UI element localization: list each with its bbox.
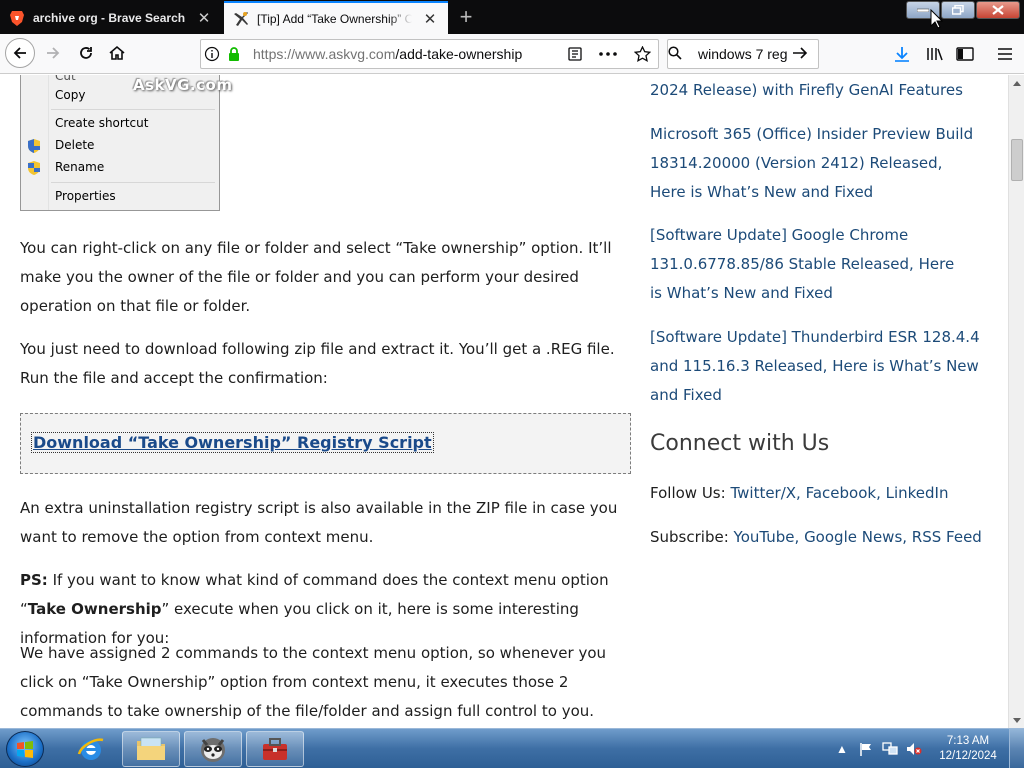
mouse-cursor-icon <box>930 9 944 29</box>
home-icon <box>109 45 125 60</box>
forward-button[interactable] <box>38 38 68 68</box>
close-window-button[interactable] <box>976 1 1020 19</box>
address-bar[interactable]: https://www.askvg.com/add-take-ownership <box>200 39 659 69</box>
search-icon <box>668 45 698 63</box>
article-paragraph: You just need to download following zip … <box>20 340 615 387</box>
taskbar-explorer[interactable] <box>122 731 180 767</box>
brave-lion-icon <box>9 10 25 26</box>
close-tab-icon[interactable]: ✕ <box>420 9 440 29</box>
subscribe-label: Subscribe: <box>650 528 729 546</box>
download-box: Download “Take Ownership” Registry Scrip… <box>20 413 631 474</box>
search-go-icon[interactable] <box>792 46 818 63</box>
toolbox-icon <box>263 738 287 760</box>
sidebar-post-link[interactable]: [Software Update] Thunderbird ESR 128.4.… <box>650 323 990 410</box>
subscribe-links[interactable]: YouTube, Google News, RSS Feed <box>734 528 982 546</box>
url-path: /add-take-ownership <box>395 46 523 62</box>
clock-time: 7:13 AM <box>946 735 990 747</box>
bookmark-star-icon[interactable] <box>626 46 658 62</box>
system-tray: ▲ 7:13 AM 12/12/2024 <box>827 729 1024 768</box>
ctx-item-create-shortcut: Create shortcut <box>55 116 149 130</box>
ps-bold: Take Ownership <box>27 600 162 618</box>
reload-icon <box>80 47 92 59</box>
taskbar-clock[interactable]: 7:13 AM 12/12/2024 <box>933 734 1003 764</box>
context-menu-screenshot: Cut Copy Create shortcut Delete Rename P… <box>20 75 232 211</box>
taskbar-toolbox[interactable] <box>246 731 304 767</box>
raccoon-app-icon <box>201 738 225 762</box>
volume-muted-icon[interactable] <box>905 740 923 758</box>
article-paragraph: An extra uninstallation registry script … <box>20 499 618 546</box>
ps-label: PS: <box>20 571 48 589</box>
tab-strip: archive org - Brave Search ✕ [Tip] Add “… <box>0 0 1024 34</box>
back-button[interactable] <box>5 38 35 68</box>
article-paragraph: We have assigned 2 commands to the conte… <box>20 644 607 720</box>
tab-title: archive org - Brave Search <box>33 10 186 25</box>
info-icon[interactable] <box>201 46 223 62</box>
sidebar-post-link[interactable]: [Software Update] Google Chrome 131.0.67… <box>650 221 965 308</box>
windows-logo-icon <box>17 741 33 758</box>
downloads-icon[interactable] <box>891 43 913 65</box>
follow-us-line: Follow Us: Twitter/X, Facebook, LinkedIn <box>650 479 995 508</box>
lock-icon[interactable] <box>223 46 245 62</box>
internet-explorer-icon <box>77 738 104 760</box>
ctx-separator <box>51 109 215 110</box>
nav-toolbar: https://www.askvg.com/add-take-ownership… <box>0 34 1024 74</box>
folder-icon <box>137 737 165 760</box>
library-icon[interactable] <box>924 43 946 65</box>
connect-heading: Connect with Us <box>650 431 830 456</box>
ctx-item-copy: Copy <box>55 88 86 102</box>
ctx-separator <box>51 182 215 183</box>
start-button[interactable] <box>6 731 44 767</box>
page-actions-icon[interactable] <box>590 52 626 56</box>
close-tab-icon[interactable]: ✕ <box>194 8 214 28</box>
url-text: https://www.askvg.com/add-take-ownership <box>253 46 560 62</box>
ctx-item-properties: Properties <box>55 189 116 203</box>
sidebar-post-link[interactable]: 2024 Release) with Firefly GenAI Feature… <box>650 76 995 105</box>
scrollbar-thumb[interactable] <box>1011 139 1023 181</box>
sidebar-post-link[interactable]: Microsoft 365 (Office) Insider Preview B… <box>650 120 980 207</box>
windows-taskbar: ▲ 7:13 AM 12/12/2024 <box>0 728 1024 768</box>
search-bar[interactable]: windows 7 reg <box>667 39 819 69</box>
clock-date: 12/12/2024 <box>939 750 997 762</box>
download-registry-script-link[interactable]: Download “Take Ownership” Registry Scrip… <box>31 432 434 453</box>
scroll-up-arrow-icon[interactable] <box>1009 75 1024 91</box>
forward-arrow-icon <box>47 47 60 59</box>
taskbar-ie[interactable] <box>62 731 120 767</box>
ctx-item-rename: Rename <box>55 160 105 174</box>
tab-askvg[interactable]: [Tip] Add “Take Ownership” Op ✕ <box>224 1 448 34</box>
reload-button[interactable] <box>71 38 101 68</box>
tab-title: [Tip] Add “Take Ownership” Op <box>257 11 412 26</box>
show-hidden-icons-button[interactable]: ▲ <box>833 740 851 758</box>
sidebar-toggle-icon[interactable] <box>954 43 976 65</box>
tab-brave-search[interactable]: archive org - Brave Search ✕ <box>0 1 222 34</box>
reader-view-icon[interactable] <box>560 46 590 62</box>
uac-shield-icon <box>28 161 40 175</box>
follow-links[interactable]: Twitter/X, Facebook, LinkedIn <box>730 484 948 502</box>
uac-shield-icon <box>28 139 40 153</box>
window-controls <box>905 1 1020 19</box>
taskbar-firefox[interactable] <box>184 731 242 767</box>
article-paragraph: You can right-click on any file or folde… <box>20 239 612 315</box>
home-button[interactable] <box>102 38 132 68</box>
ctx-item-delete: Delete <box>55 138 95 152</box>
askvg-icon <box>233 11 249 27</box>
askvg-watermark: AskVG.com <box>133 76 233 94</box>
search-input[interactable]: windows 7 reg <box>698 46 792 62</box>
url-host: https://www.askvg.com <box>253 46 396 62</box>
web-page-content: Cut Copy Create shortcut Delete Rename P… <box>0 75 1008 728</box>
subscribe-line: Subscribe: YouTube, Google News, RSS Fee… <box>650 523 995 552</box>
back-arrow-icon <box>13 47 26 59</box>
restore-button[interactable] <box>941 1 975 19</box>
new-tab-button[interactable]: + <box>452 4 480 30</box>
show-desktop-button[interactable] <box>1009 729 1024 768</box>
network-icon[interactable] <box>881 740 899 758</box>
scroll-down-arrow-icon[interactable] <box>1009 712 1024 728</box>
action-center-flag-icon[interactable] <box>857 740 875 758</box>
vertical-scrollbar[interactable] <box>1008 75 1024 728</box>
follow-label: Follow Us: <box>650 484 726 502</box>
hamburger-menu-icon[interactable] <box>994 43 1016 65</box>
